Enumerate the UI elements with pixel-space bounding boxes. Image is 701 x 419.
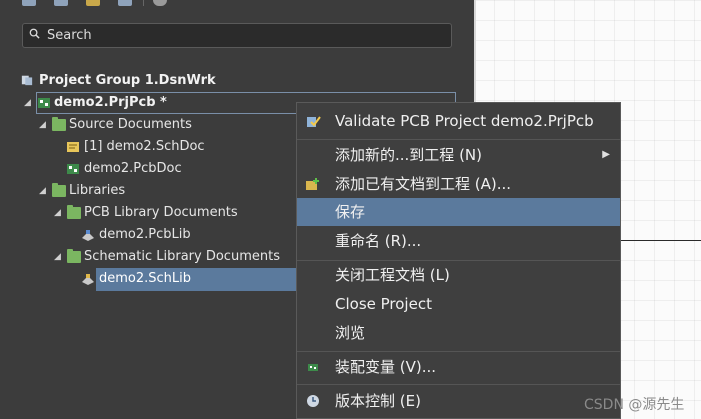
menu-item-label: Close Project [335, 295, 432, 313]
pcb-library-documents-label: PCB Library Documents [84, 205, 238, 220]
folder-icon [67, 249, 81, 263]
pcb-doc-icon [67, 164, 79, 174]
gear-icon[interactable] [153, 0, 167, 6]
collapse-arrow-icon[interactable]: ◢ [54, 246, 61, 268]
menu-separator [297, 139, 620, 140]
tree-item-pcblib[interactable]: demo2.PcbLib [0, 224, 296, 246]
collapse-arrow-icon[interactable]: ◢ [39, 114, 46, 136]
menu-item-close-docs[interactable]: 关闭工程文档 (L) [297, 261, 620, 289]
folder-icon [52, 117, 66, 131]
document-icon[interactable] [54, 0, 68, 6]
menu-item-variants[interactable]: 装配变量 (V)... [297, 353, 620, 381]
tree-item-schematic-library-documents[interactable]: ◢ Schematic Library Documents [0, 246, 296, 268]
canvas-wire [620, 240, 701, 241]
menu-item-add-new[interactable]: 添加新的...到工程 (N) ▶ [297, 141, 620, 169]
menu-item-label: 重命名 (R)... [335, 232, 422, 250]
schdoc-label: [1] demo2.SchDoc [84, 139, 205, 154]
tree-item-pcbdoc[interactable]: demo2.PcbDoc [0, 158, 296, 180]
tree-item-source-documents[interactable]: ◢ Source Documents [0, 114, 296, 136]
menu-item-rename[interactable]: 重命名 (R)... [297, 227, 620, 255]
menu-item-label: 添加新的...到工程 (N) [335, 146, 482, 164]
menu-item-label: Validate PCB Project demo2.PrjPcb [335, 112, 594, 130]
pcblib-label: demo2.PcbLib [99, 227, 191, 242]
menu-separator [297, 351, 620, 352]
variants-icon [308, 364, 318, 371]
folder-icon [52, 183, 66, 197]
search-icon [29, 28, 40, 39]
tree-item-schdoc[interactable]: [1] demo2.SchDoc [0, 136, 296, 158]
add-folder-icon [306, 178, 319, 190]
schematic-library-icon [82, 274, 94, 285]
schematic-doc-icon [67, 142, 79, 152]
collapse-arrow-icon[interactable]: ◢ [54, 202, 61, 224]
menu-item-save[interactable]: 保存 [297, 198, 620, 226]
validate-icon [307, 116, 321, 127]
pcb-project-icon [38, 98, 50, 108]
menu-item-label: 添加已有文档到工程 (A)... [335, 175, 512, 193]
folder-icon [67, 205, 81, 219]
schematic-library-documents-label: Schematic Library Documents [84, 249, 280, 264]
tree-item-project-group[interactable]: Project Group 1.DsnWrk [0, 70, 474, 92]
project-group-label: Project Group 1.DsnWrk [39, 73, 216, 88]
toolbar-separator [143, 0, 144, 6]
menu-item-label: 保存 [335, 203, 366, 221]
clock-icon [307, 395, 319, 407]
context-menu: Validate PCB Project demo2.PrjPcb 添加新的..… [296, 102, 621, 419]
menu-item-version-control[interactable]: 版本控制 (E) [297, 387, 620, 415]
project-label: demo2.PrjPcb * [54, 95, 167, 110]
search-input[interactable] [47, 26, 447, 45]
workspace-icon [21, 75, 33, 86]
save-icon[interactable] [22, 0, 36, 6]
pcbdoc-label: demo2.PcbDoc [84, 161, 182, 176]
collapse-arrow-icon[interactable]: ◢ [39, 180, 46, 202]
submenu-arrow-icon: ▶ [602, 149, 610, 160]
menu-item-close-project[interactable]: Close Project [297, 290, 620, 318]
open-folder-icon[interactable] [86, 0, 100, 6]
menu-item-add-existing[interactable]: 添加已有文档到工程 (A)... [297, 170, 620, 198]
tree-item-schlib[interactable]: demo2.SchLib [0, 268, 296, 290]
menu-separator [297, 384, 620, 385]
search-box[interactable] [22, 23, 452, 48]
options-icon[interactable] [118, 0, 132, 6]
menu-item-label: 版本控制 (E) [335, 392, 421, 410]
menu-item-browse[interactable]: 浏览 [297, 319, 620, 347]
tree-item-libraries[interactable]: ◢ Libraries [0, 180, 296, 202]
schlib-label: demo2.SchLib [99, 271, 192, 286]
collapse-arrow-icon[interactable]: ◢ [24, 92, 31, 114]
menu-item-label: 关闭工程文档 (L) [335, 266, 450, 284]
menu-item-validate[interactable]: Validate PCB Project demo2.PrjPcb [297, 107, 620, 135]
panel-toolbar [0, 0, 474, 8]
tree-item-pcb-library-documents[interactable]: ◢ PCB Library Documents [0, 202, 296, 224]
libraries-label: Libraries [69, 183, 126, 198]
source-documents-label: Source Documents [69, 117, 192, 132]
pcb-library-icon [82, 230, 94, 241]
menu-item-label: 装配变量 (V)... [335, 358, 437, 376]
watermark: CSDN @源先生 [584, 397, 685, 413]
menu-item-label: 浏览 [335, 324, 366, 342]
